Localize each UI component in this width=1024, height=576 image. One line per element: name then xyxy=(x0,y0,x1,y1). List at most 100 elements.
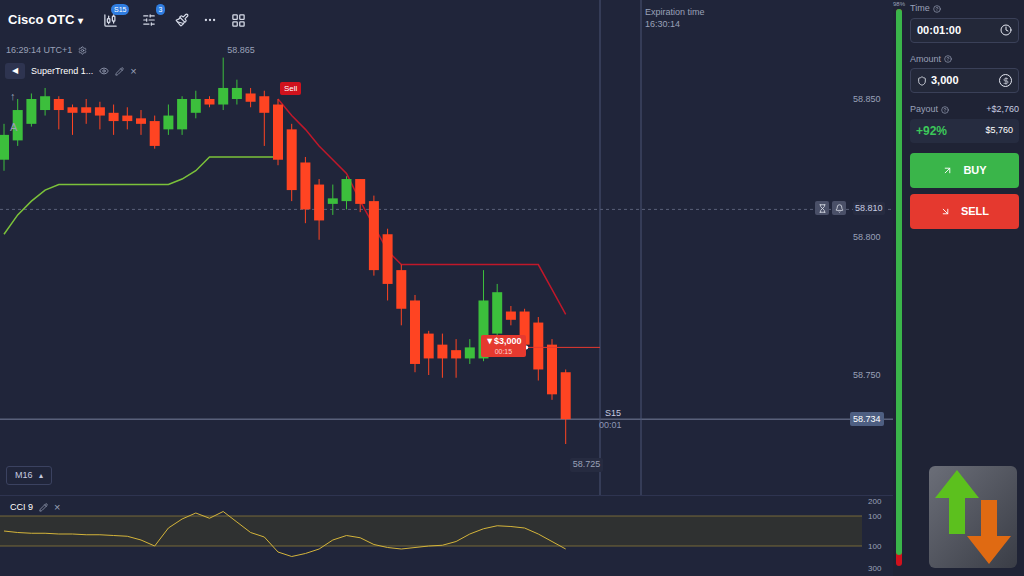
trade-panel: Time00:01:00Amount3,000Payout+$2,760+92%… xyxy=(905,0,1024,576)
drawing-tools: ↑A xyxy=(10,88,17,135)
candle xyxy=(492,284,502,339)
candle xyxy=(0,124,9,171)
candle xyxy=(314,179,324,240)
time-label: Time xyxy=(910,2,1019,16)
cci-tick: 100 xyxy=(868,512,881,521)
cci-panel: CCI 9×200100100300 xyxy=(0,495,893,576)
help-icon[interactable] xyxy=(933,5,941,13)
candle xyxy=(424,331,434,375)
expiration-label: Expiration time16:30:14 xyxy=(645,6,705,30)
chart-toolbar: Cisco OTC▾ S15 3 xyxy=(0,0,246,32)
hourglass-icon xyxy=(818,204,827,213)
brush-icon[interactable] xyxy=(175,13,189,27)
candle xyxy=(150,116,160,149)
candle xyxy=(68,105,78,135)
cci-tick: 300 xyxy=(868,564,881,573)
candle xyxy=(328,185,338,215)
candle xyxy=(218,58,228,110)
candle-timer: S1500:01 xyxy=(599,407,622,431)
close-button[interactable]: × xyxy=(54,499,60,516)
candle xyxy=(533,317,543,380)
cci-tick: 100 xyxy=(868,542,881,551)
candle xyxy=(437,334,447,378)
candle xyxy=(40,88,50,116)
candle xyxy=(95,102,105,130)
candle xyxy=(205,96,215,107)
price-chart[interactable]: Cisco OTC▾ S15 3 16:29:14 UTC+1 ◀SuperTrend … xyxy=(0,0,893,495)
amount-field[interactable]: 3,000 xyxy=(910,68,1019,93)
candle xyxy=(122,107,132,129)
asset-selector[interactable]: Cisco OTC▾ xyxy=(8,10,83,30)
tool-button[interactable]: A xyxy=(10,119,17,136)
sliders-icon xyxy=(142,13,156,27)
trade-marker[interactable]: ▼$3,00000:15 xyxy=(481,335,525,357)
candle xyxy=(506,306,516,325)
sell-button[interactable]: SELL xyxy=(910,194,1019,229)
price-tick: 58.850 xyxy=(853,93,881,107)
candle xyxy=(465,339,475,364)
tool-button[interactable]: ↑ xyxy=(10,88,17,105)
progress-fill xyxy=(896,9,902,555)
candle xyxy=(369,196,379,276)
candle xyxy=(259,91,269,146)
buy-button[interactable]: BUY xyxy=(910,153,1019,188)
timeframe-selector[interactable]: M16▴ xyxy=(6,466,52,485)
candle xyxy=(109,105,119,135)
pencil-icon[interactable] xyxy=(39,503,48,512)
candle xyxy=(287,124,297,201)
price-tick: 58.800 xyxy=(853,231,881,245)
pencil-icon[interactable] xyxy=(115,67,124,76)
chart-area: Cisco OTC▾ S15 3 16:29:14 UTC+1 ◀SuperTrend … xyxy=(0,0,893,576)
badge: S15 xyxy=(111,4,129,15)
help-icon[interactable] xyxy=(941,106,949,114)
help-icon[interactable] xyxy=(944,55,952,63)
chart-type-button[interactable]: S15 xyxy=(97,8,123,32)
candle xyxy=(136,110,146,135)
clock-icon xyxy=(1000,24,1012,36)
server-time: 16:29:14 UTC+1 xyxy=(6,44,87,58)
shield-icon xyxy=(917,76,927,86)
candle xyxy=(561,369,571,444)
time-field[interactable]: 00:01:00 xyxy=(910,18,1019,43)
candle xyxy=(246,88,256,107)
candle xyxy=(451,339,461,378)
candle xyxy=(26,93,36,126)
candle xyxy=(300,157,310,223)
trading-app: Cisco OTC▾ S15 3 16:29:14 UTC+1 ◀SuperTrend … xyxy=(0,0,1024,576)
grid-icon[interactable] xyxy=(231,13,246,28)
candle xyxy=(273,99,283,165)
timer-button[interactable] xyxy=(815,201,829,215)
progress-column: 98% xyxy=(893,0,905,576)
progress-label: 98% xyxy=(893,1,905,8)
candle xyxy=(547,339,557,400)
indicator-chip: ◀SuperTrend 1...× xyxy=(5,63,137,80)
indicators-button[interactable]: 3 xyxy=(137,8,161,32)
payout-box: +92%$5,760 xyxy=(910,119,1019,143)
price-tick: 58.750 xyxy=(853,369,881,383)
candle xyxy=(396,265,406,326)
candle xyxy=(177,96,187,135)
amount-label: Amount xyxy=(910,53,1019,67)
collapse-button[interactable]: ◀ xyxy=(5,63,25,79)
candle xyxy=(191,91,201,119)
cci-label: CCI 9× xyxy=(10,499,60,516)
close-button[interactable]: × xyxy=(130,63,136,80)
badge: 3 xyxy=(156,4,166,15)
candle xyxy=(383,229,393,301)
settings-icon[interactable] xyxy=(78,46,87,55)
alert-controls: 58.810 xyxy=(815,201,885,215)
bell-icon xyxy=(835,204,844,213)
candle xyxy=(355,179,365,212)
current-price: 58.734 xyxy=(850,412,884,426)
candle xyxy=(410,295,420,372)
logo-icon xyxy=(927,464,1019,570)
low-label: 58.725 xyxy=(570,458,604,472)
cci-chart xyxy=(0,496,893,576)
eye-icon[interactable] xyxy=(99,66,109,76)
candle xyxy=(232,80,242,105)
alert-button[interactable] xyxy=(832,201,846,215)
alert-price: 58.810 xyxy=(853,202,885,216)
signal-badge: Sell xyxy=(280,82,301,95)
candle xyxy=(163,105,173,135)
more-icon[interactable] xyxy=(203,13,217,27)
